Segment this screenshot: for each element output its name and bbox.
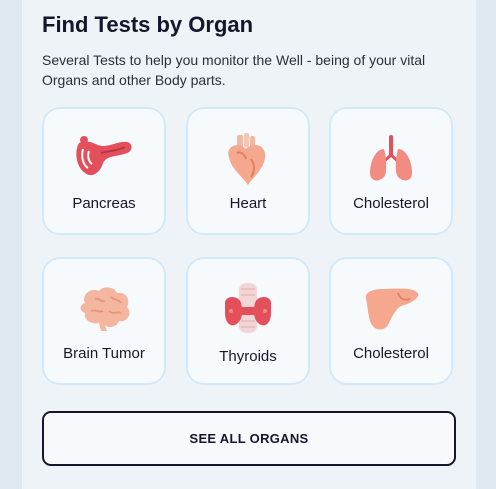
section-description: Several Tests to help you monitor the We… xyxy=(42,52,426,88)
organ-card-cholesterol-liver[interactable]: Cholesterol xyxy=(329,257,453,385)
section-title: Find Tests by Organ xyxy=(42,12,254,37)
pancreas-icon xyxy=(76,136,132,176)
organ-card-cholesterol-lungs[interactable]: Cholesterol xyxy=(329,107,453,235)
organ-label: Cholesterol xyxy=(353,345,429,362)
organ-card-thyroids[interactable]: Thyroids xyxy=(186,257,310,385)
organ-label: Thyroids xyxy=(219,348,277,365)
organ-label: Cholesterol xyxy=(353,195,429,212)
thyroid-icon xyxy=(225,283,271,333)
organ-card-heart[interactable]: Heart xyxy=(186,107,310,235)
organ-label: Brain Tumor xyxy=(63,345,145,362)
heart-icon xyxy=(228,133,266,185)
lungs-icon xyxy=(370,135,412,181)
see-all-organs-button[interactable]: SEE ALL ORGANS xyxy=(42,411,456,466)
brain-icon xyxy=(80,287,130,331)
organ-card-pancreas[interactable]: Pancreas xyxy=(42,107,166,235)
organ-label: Heart xyxy=(229,195,267,212)
liver-icon xyxy=(365,288,419,330)
organ-label: Pancreas xyxy=(72,195,136,212)
organ-card-brain-tumor[interactable]: Brain Tumor xyxy=(42,257,166,385)
